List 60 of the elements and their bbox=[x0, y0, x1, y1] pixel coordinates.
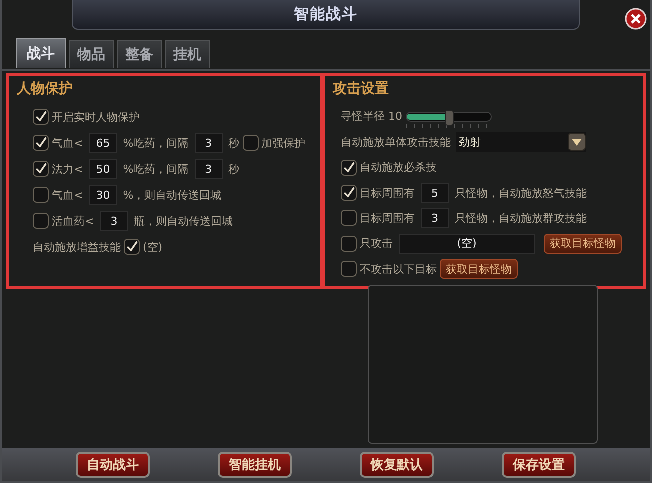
action-button[interactable]: 智能挂机 bbox=[218, 452, 292, 478]
input-field[interactable]: 50 bbox=[89, 159, 118, 180]
label: %，则自动传送回城 bbox=[123, 188, 222, 203]
action-button[interactable]: 自动战斗 bbox=[76, 452, 150, 478]
label: (空) bbox=[143, 240, 163, 255]
label: 秒 bbox=[228, 136, 240, 151]
checkbox[interactable] bbox=[33, 109, 49, 126]
label: %吃药，间隔 bbox=[123, 136, 189, 151]
tab[interactable]: 物品 bbox=[69, 40, 114, 68]
input-field[interactable]: 30 bbox=[89, 185, 118, 206]
tab[interactable]: 挂机 bbox=[165, 40, 210, 68]
close-icon[interactable] bbox=[625, 8, 647, 30]
checkbox[interactable] bbox=[33, 187, 49, 204]
label: 瓶，则自动传送回城 bbox=[134, 214, 234, 229]
section-heading: 人物保护 bbox=[17, 80, 73, 98]
checkbox[interactable] bbox=[341, 160, 357, 176]
label: 只攻击 bbox=[360, 236, 393, 252]
label: 目标周围有 bbox=[360, 210, 415, 226]
action-button[interactable]: 恢复默认 bbox=[360, 452, 434, 478]
checkbox[interactable] bbox=[341, 261, 357, 278]
label: 自动施放必杀技 bbox=[360, 160, 437, 176]
input-field[interactable]: 65 bbox=[89, 133, 118, 154]
input-field[interactable]: 3 bbox=[100, 211, 128, 232]
label: 加强保护 bbox=[262, 136, 306, 151]
label: 自动施放单体攻击技能 bbox=[341, 134, 451, 150]
label: 气血< bbox=[52, 136, 84, 151]
checkbox[interactable] bbox=[341, 236, 357, 252]
label: 气血< bbox=[52, 188, 84, 203]
section-heading: 攻击设置 bbox=[333, 80, 389, 98]
checkbox[interactable] bbox=[242, 135, 259, 152]
label: 自动施放增益技能 bbox=[33, 240, 121, 255]
input-field[interactable]: 3 bbox=[194, 133, 223, 154]
input-field[interactable]: 3 bbox=[421, 208, 449, 228]
label: 法力< bbox=[52, 162, 84, 177]
checkbox[interactable] bbox=[33, 213, 49, 230]
label: 秒 bbox=[228, 162, 240, 177]
radius-slider[interactable] bbox=[406, 112, 492, 128]
input-field[interactable]: 3 bbox=[194, 159, 223, 180]
checkbox[interactable] bbox=[33, 161, 49, 178]
skill-dropdown[interactable]: 劲射 bbox=[456, 132, 586, 152]
label: 寻怪半径 10 bbox=[341, 109, 402, 124]
label: 只怪物，自动施放怒气技能 bbox=[455, 186, 587, 201]
get-target-button[interactable]: 获取目标怪物 bbox=[440, 259, 518, 280]
checkbox[interactable] bbox=[341, 210, 357, 226]
window-title: 智能战斗 bbox=[294, 5, 358, 24]
tab[interactable]: 整备 bbox=[117, 40, 162, 68]
label: 开启实时人物保护 bbox=[52, 110, 140, 125]
checkbox[interactable] bbox=[33, 135, 49, 152]
checkbox[interactable] bbox=[124, 239, 140, 256]
action-button[interactable]: 保存设置 bbox=[502, 452, 576, 478]
label: 只怪物，自动施放群攻技能 bbox=[455, 210, 587, 226]
input-field[interactable]: 5 bbox=[421, 183, 449, 204]
label: 不攻击以下目标 bbox=[360, 262, 437, 277]
label: 活血药< bbox=[52, 214, 94, 229]
label: %吃药，间隔 bbox=[123, 162, 189, 177]
checkbox[interactable] bbox=[341, 185, 357, 202]
get-target-button[interactable]: 获取目标怪物 bbox=[544, 234, 622, 254]
input-field[interactable]: (空) bbox=[399, 234, 535, 254]
label: 目标周围有 bbox=[360, 186, 415, 201]
tab[interactable]: 战斗 bbox=[16, 38, 66, 68]
